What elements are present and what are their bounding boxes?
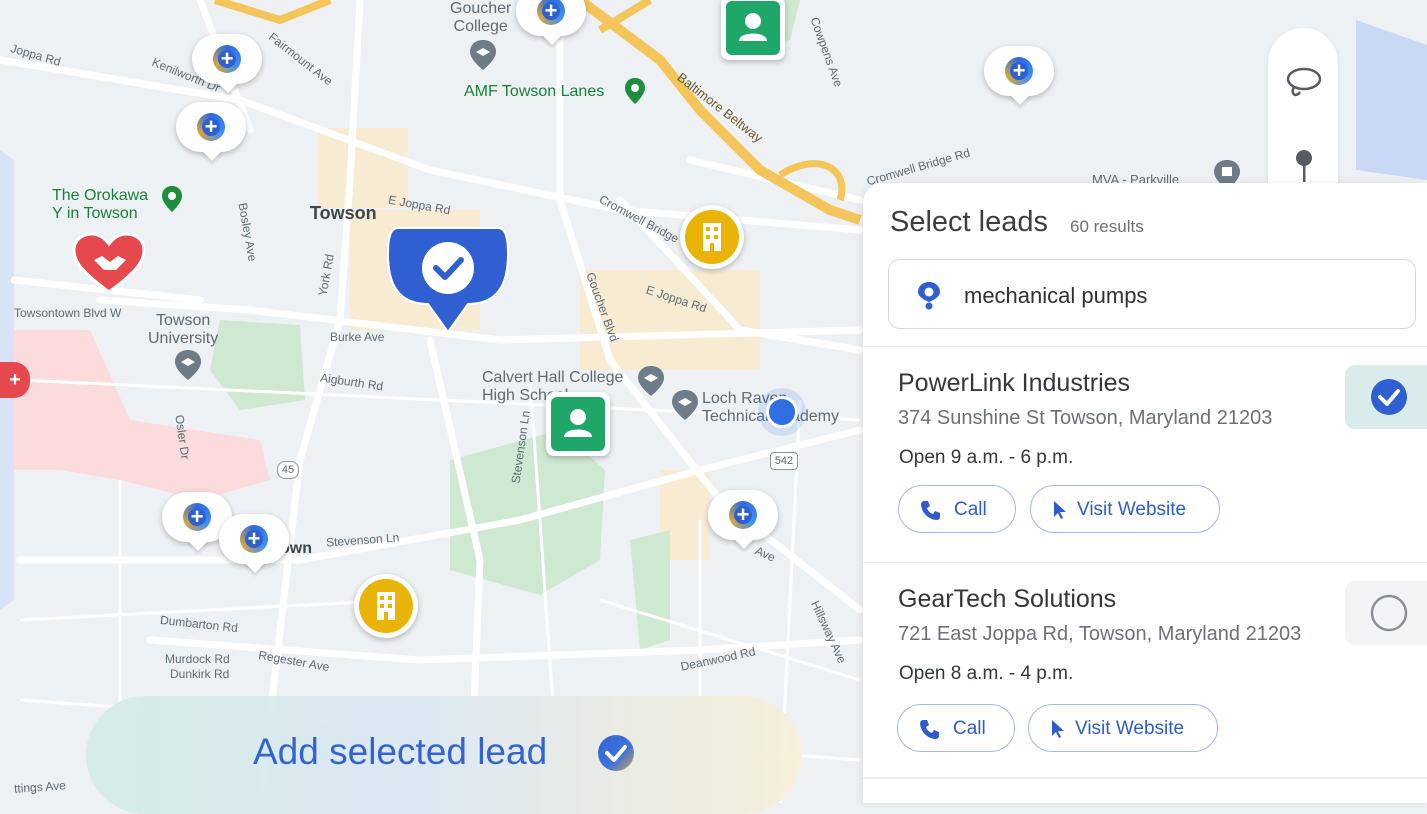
university-poi-icon[interactable] bbox=[175, 350, 201, 380]
plus-icon: + bbox=[220, 46, 234, 71]
building-icon bbox=[377, 592, 395, 620]
lead-hours: Open 9 a.m. - 6 p.m. bbox=[899, 447, 1074, 468]
cursor-icon bbox=[1052, 720, 1064, 738]
plus-icon: + bbox=[247, 526, 261, 551]
phone-icon bbox=[921, 501, 940, 520]
amf-towson-lanes-label: AMF Towson Lanes bbox=[464, 83, 605, 100]
add-selected-lead-button[interactable]: Add selected lead bbox=[86, 696, 802, 814]
murdock-rd-label: Murdock Rd bbox=[165, 652, 230, 666]
results-count: 60 results bbox=[1070, 217, 1144, 236]
goucher-college-label: Goucher College bbox=[450, 0, 512, 35]
route-542-shield: 542 bbox=[770, 452, 798, 470]
plus-icon: + bbox=[1012, 58, 1026, 83]
panel-title: Select leads bbox=[890, 206, 1048, 238]
call-label: Call bbox=[954, 499, 987, 520]
leads-panel: Select leads 60 results mechanical pumps… bbox=[863, 183, 1427, 803]
call-label: Call bbox=[953, 718, 986, 739]
person-icon bbox=[564, 409, 592, 437]
add-selected-lead-label: Add selected lead bbox=[253, 731, 548, 772]
search-input[interactable]: mechanical pumps bbox=[888, 259, 1416, 329]
plus-icon: + bbox=[190, 504, 204, 529]
loch-raven-poi-icon[interactable] bbox=[672, 390, 698, 420]
plus-icon: + bbox=[204, 114, 218, 139]
company-marker[interactable] bbox=[354, 574, 418, 638]
dunkirk-rd-label: Dunkirk Rd bbox=[170, 667, 230, 681]
lead-pin[interactable]: + bbox=[984, 46, 1056, 106]
lead-hours: Open 8 a.m. - 4 p.m. bbox=[899, 663, 1074, 684]
unchecked-circle-icon bbox=[1370, 594, 1408, 632]
lead-pin[interactable]: + bbox=[176, 102, 248, 162]
orokawa-label: The Orokawa Y in Towson bbox=[52, 187, 149, 222]
divider bbox=[863, 777, 1427, 779]
lead-name: PowerLink Industries bbox=[898, 369, 1131, 397]
gradient-check-icon bbox=[598, 735, 634, 771]
calvert-hall-poi-icon[interactable] bbox=[638, 366, 664, 396]
lead-pin[interactable]: + bbox=[516, 0, 588, 46]
towsontown-blvd-label: Towsontown Blvd W bbox=[14, 306, 122, 320]
towson-university-label: Towson University bbox=[148, 312, 219, 347]
lead-address: 374 Sunshine St Towson, Maryland 21203 bbox=[898, 407, 1273, 429]
phone-icon bbox=[920, 720, 939, 739]
lead-name: GearTech Solutions bbox=[898, 585, 1117, 613]
goucher-poi-icon[interactable] bbox=[470, 40, 496, 70]
building-icon bbox=[703, 223, 721, 251]
lead-address: 721 East Joppa Rd, Towson, Maryland 2120… bbox=[898, 623, 1302, 645]
contact-marker[interactable] bbox=[721, 0, 785, 60]
lead-select-checkbox[interactable] bbox=[1345, 365, 1427, 429]
selected-lead-pin[interactable] bbox=[386, 224, 510, 336]
lasso-icon[interactable] bbox=[1284, 66, 1324, 100]
checked-icon bbox=[1371, 379, 1407, 415]
visit-website-button[interactable]: Visit Website bbox=[1030, 485, 1220, 533]
website-label: Visit Website bbox=[1075, 718, 1185, 739]
partner-heart-icon[interactable] bbox=[72, 232, 146, 296]
amf-poi-icon[interactable] bbox=[625, 78, 645, 104]
contact-marker[interactable] bbox=[546, 392, 610, 456]
lead-pin[interactable]: + bbox=[219, 514, 291, 574]
lead-pin[interactable]: + bbox=[192, 34, 264, 94]
visit-website-button[interactable]: Visit Website bbox=[1028, 704, 1218, 752]
lead-select-checkbox[interactable] bbox=[1345, 581, 1427, 645]
burke-ave-label: Burke Ave bbox=[330, 330, 385, 344]
hospital-icon[interactable]: + bbox=[0, 362, 30, 398]
plus-icon: + bbox=[736, 502, 750, 527]
lead-pin[interactable]: + bbox=[708, 490, 780, 550]
plus-icon: + bbox=[544, 0, 558, 23]
website-label: Visit Website bbox=[1077, 499, 1187, 520]
towson-label: Towson bbox=[310, 203, 377, 223]
cursor-icon bbox=[1054, 501, 1066, 519]
lead-card[interactable]: GearTech Solutions 721 East Joppa Rd, To… bbox=[863, 562, 1427, 778]
current-location-dot bbox=[766, 396, 798, 428]
pin-tool-icon[interactable] bbox=[1292, 148, 1316, 184]
lead-card[interactable]: PowerLink Industries 374 Sunshine St Tow… bbox=[863, 346, 1427, 562]
company-marker[interactable] bbox=[680, 205, 744, 269]
route-45-shield: 45 bbox=[277, 461, 299, 479]
person-icon bbox=[739, 13, 767, 41]
call-button[interactable]: Call bbox=[897, 704, 1015, 752]
search-value: mechanical pumps bbox=[964, 283, 1148, 308]
call-button[interactable]: Call bbox=[898, 485, 1016, 533]
location-search-icon bbox=[918, 282, 940, 310]
orokawa-poi-icon[interactable] bbox=[162, 186, 182, 212]
